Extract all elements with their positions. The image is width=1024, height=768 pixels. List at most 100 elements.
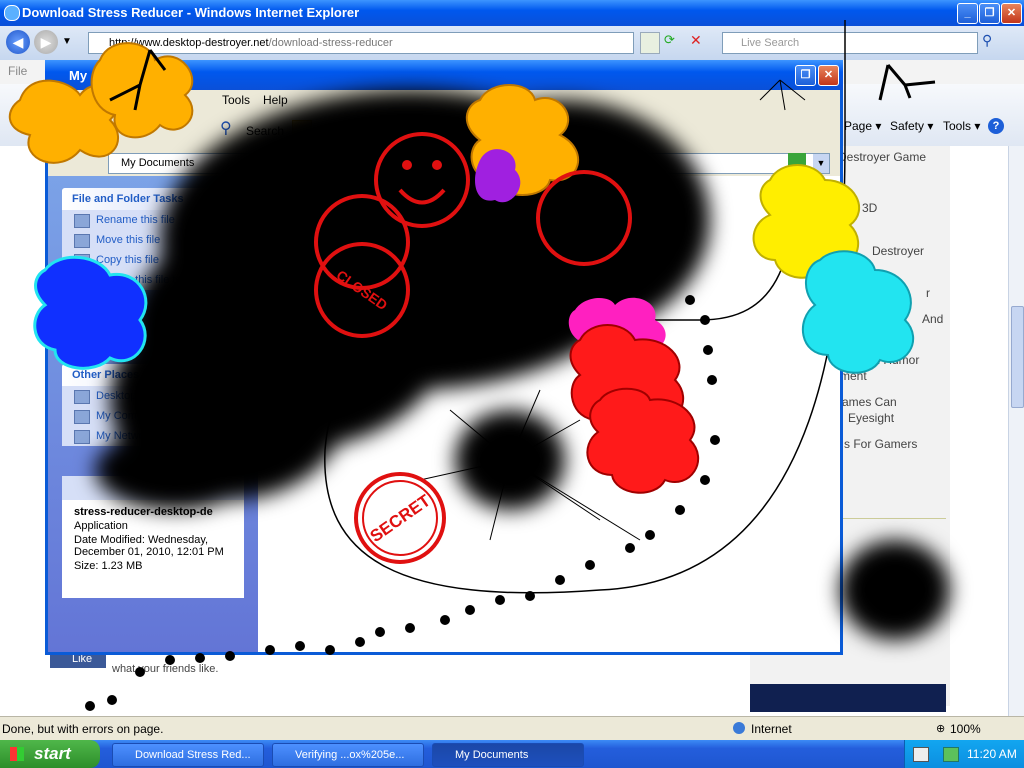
help-icon[interactable]: ? <box>988 118 1004 134</box>
sidebar-link-7[interactable]: ment <box>840 369 867 383</box>
details-body: stress-reducer-desktop-de Application Da… <box>62 500 244 598</box>
desktop-link[interactable]: Desktop <box>62 386 244 406</box>
my-computer-link[interactable]: My Computer <box>62 406 244 426</box>
ie-window-title: Download Stress Reducer - Windows Intern… <box>22 5 360 20</box>
zone-text: Internet <box>751 722 792 736</box>
ie-navigation-bar: ◀ ▶ ▼ http://www.desktop-destroyer.net/d… <box>0 26 1024 61</box>
globe-icon <box>733 722 745 734</box>
task-download-stress[interactable]: Download Stress Red... <box>112 743 264 767</box>
compatibility-icon[interactable] <box>640 32 660 54</box>
explorer-title: My <box>69 68 88 83</box>
explorer-search-button[interactable]: Search <box>246 124 284 138</box>
task-my-documents[interactable]: My Documents <box>432 743 584 767</box>
network-icon <box>74 430 90 444</box>
computer-icon <box>74 410 90 424</box>
sidebar-link-3[interactable]: Destroyer <box>872 244 924 258</box>
desktop-icon <box>74 390 90 404</box>
search-input[interactable]: Live Search <box>722 32 978 54</box>
explorer-menu-tools[interactable]: Tools <box>222 93 250 107</box>
details-modified: Date Modified: Wednesday, December 01, 2… <box>74 534 224 558</box>
minimize-button[interactable]: _ <box>957 3 978 24</box>
chevron-down-icon[interactable]: ▼ <box>813 154 829 173</box>
file-folder-tasks-panel: File and Folder Tasks Rename this file M… <box>62 188 244 290</box>
move-file-link[interactable]: Move this file <box>62 230 244 250</box>
explorer-maximize-button[interactable]: ❐ <box>795 65 816 86</box>
my-network-link[interactable]: My Network Places <box>62 426 244 446</box>
refresh-icon[interactable]: ⟳ <box>664 32 682 52</box>
explorer-address-field[interactable]: My Documents ▼ <box>108 153 830 174</box>
copy-file-link[interactable]: Copy this file <box>62 250 244 270</box>
search-go-icon[interactable]: ⚲ <box>982 32 1002 52</box>
task-label-2: Verifying ...ox%205e... <box>295 749 405 761</box>
explorer-folders-button[interactable]: Folders <box>318 124 358 138</box>
copy-label: Copy this file <box>96 254 159 266</box>
my-network-label: My Network Places <box>96 430 191 442</box>
stop-icon[interactable]: ✕ <box>690 32 708 52</box>
status-text: Done, but with errors on page. <box>2 722 164 736</box>
details-panel: stress-reducer-desktop-de Application Da… <box>62 476 244 598</box>
desktop-label: Desktop <box>96 390 137 402</box>
zoom-level[interactable]: 100% <box>950 722 981 736</box>
windows-logo-icon <box>10 747 24 761</box>
explorer-title-bar: My ❐ ✕ <box>45 60 843 90</box>
explorer-address-row: My Documents ▼ <box>48 150 840 176</box>
sidebar-link-1[interactable]: Destroyer Game <box>838 150 926 164</box>
back-button[interactable]: ◀ <box>6 30 30 54</box>
go-icon[interactable] <box>788 153 806 172</box>
explorer-toolbar: ⚲ Search Folders <box>48 110 840 151</box>
game-preview-image[interactable] <box>750 684 946 712</box>
forward-button[interactable]: ▶ <box>34 30 58 54</box>
explorer-menu-bar: Tools Help <box>48 90 840 110</box>
move-label: Move this file <box>96 234 161 246</box>
address-bar[interactable]: http://www.desktop-destroyer.net/downloa… <box>88 32 634 54</box>
maximize-button[interactable]: ❐ <box>979 3 1000 24</box>
close-button[interactable]: ✕ <box>1001 3 1022 24</box>
task-label-1: Download Stress Red... <box>135 749 251 761</box>
page-menu[interactable]: Page ▾ <box>844 119 881 133</box>
menu-file[interactable]: File <box>8 64 27 78</box>
copy-icon <box>74 254 90 268</box>
publish-file-link[interactable]: Publish this file to the Web <box>62 270 244 290</box>
address-path: /download-stress-reducer <box>268 37 393 49</box>
explorer-address-text: My Documents <box>121 157 195 169</box>
explorer-menu-help[interactable]: Help <box>263 93 288 107</box>
other-places-panel: Other Places Desktop My Computer My Netw… <box>62 364 244 446</box>
start-button[interactable]: start <box>0 740 100 768</box>
page-scrollbar[interactable] <box>1008 146 1024 716</box>
file-folder-tasks-header[interactable]: File and Folder Tasks <box>62 188 244 210</box>
task-label-3: My Documents <box>455 749 529 761</box>
scrollbar-thumb[interactable] <box>1011 306 1024 408</box>
search-placeholder: Live Search <box>741 37 800 49</box>
address-domain: desktop-destroyer.net <box>162 37 269 49</box>
recent-pages-dropdown[interactable]: ▼ <box>62 36 72 47</box>
views-icon[interactable] <box>372 120 394 138</box>
explorer-task-pane: File and Folder Tasks Rename this file M… <box>48 176 258 652</box>
my-computer-label: My Computer <box>96 410 163 422</box>
task-verifying[interactable]: Verifying ...ox%205e... <box>272 743 424 767</box>
sidebar-link-8[interactable]: ames Can <box>842 395 897 409</box>
start-label: start <box>34 744 71 763</box>
sidebar-link-9[interactable]: Eyesight <box>848 411 894 425</box>
network-tray-icon[interactable] <box>943 747 959 762</box>
tools-menu[interactable]: Tools ▾ <box>943 119 980 133</box>
explorer-close-button[interactable]: ✕ <box>818 65 839 86</box>
keyboard-icon[interactable] <box>913 747 929 762</box>
sidebar-link-5[interactable]: And <box>922 312 943 326</box>
sidebar-link-4[interactable]: r <box>926 286 930 300</box>
ie-logo-icon <box>4 5 20 21</box>
system-tray: 11:20 AM <box>904 740 1024 768</box>
sidebar-divider <box>840 518 946 519</box>
sidebar-link-6[interactable]: With Humor <box>856 353 919 367</box>
explorer-file-area[interactable] <box>258 176 840 652</box>
rename-icon <box>74 214 90 228</box>
rename-file-link[interactable]: Rename this file <box>62 210 244 230</box>
other-places-header[interactable]: Other Places <box>62 364 244 386</box>
safety-menu[interactable]: Safety ▾ <box>890 119 933 133</box>
folders-icon <box>292 120 312 136</box>
status-bar: Done, but with errors on page. Internet … <box>0 716 1024 741</box>
sidebar-link-2[interactable]: er 3D <box>848 201 877 215</box>
zoom-icon: ⊕ <box>936 723 946 735</box>
publish-icon <box>74 274 90 288</box>
taskbar: start Download Stress Red... Verifying .… <box>0 740 1024 768</box>
sidebar-link-10[interactable]: s For Gamers <box>844 437 917 451</box>
